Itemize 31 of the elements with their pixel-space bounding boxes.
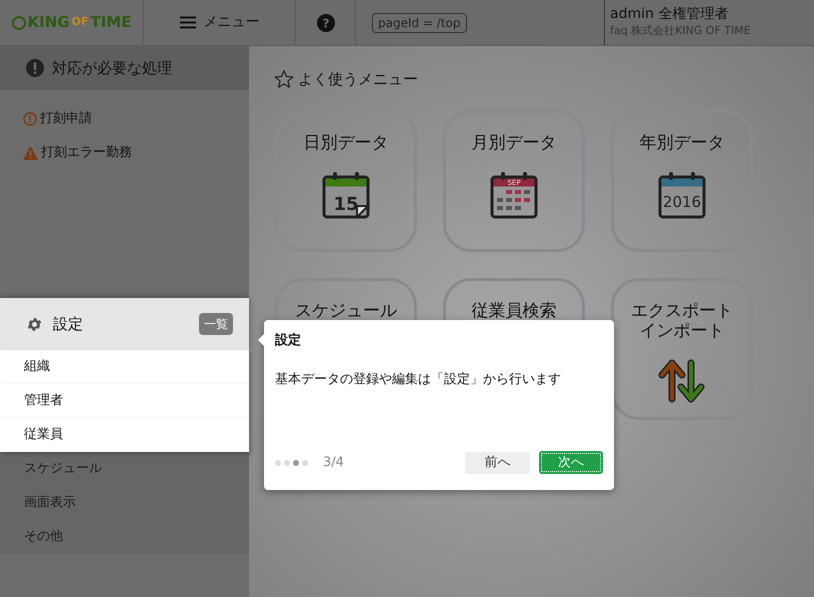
help-icon[interactable]: ?	[316, 14, 334, 32]
settings-menu-item[interactable]: スケジュール	[0, 452, 249, 486]
up-down-arrows-icon	[658, 358, 706, 402]
page-id-label: pageId = /top	[372, 12, 467, 32]
gear-icon	[26, 316, 43, 332]
menu-card[interactable]: 年別データ 2016	[611, 110, 753, 252]
info-circle-icon	[23, 112, 37, 126]
settings-menu-item[interactable]: 管理者	[0, 384, 249, 418]
settings-menu-item[interactable]: 画面表示	[0, 486, 249, 520]
favorites-title: よく使うメニュー	[298, 69, 418, 90]
tour-message: 基本データの登録や編集は「設定」から行います	[275, 370, 562, 388]
user-name: admin 全権管理者	[610, 5, 730, 24]
menu-icon	[180, 16, 196, 29]
list-button[interactable]: 一覧	[199, 313, 233, 335]
menu-button[interactable]: メニュー	[144, 0, 296, 45]
settings-menu-item[interactable]: その他	[0, 520, 249, 554]
alerts-title: 対応が必要な処理	[52, 58, 172, 79]
next-button[interactable]: 次へ	[539, 451, 603, 474]
company-name: faq 株式会社KING OF TIME	[610, 23, 751, 40]
star-icon	[274, 69, 294, 90]
warning-icon	[23, 146, 38, 160]
settings-menu-item[interactable]: 組織	[0, 350, 249, 384]
menu-card[interactable]: 日別データ 15	[275, 110, 417, 252]
alert-link[interactable]: 打刻エラー勤務	[23, 143, 249, 163]
settings-menu-item[interactable]: 従業員	[0, 418, 249, 452]
step-counter: 3/4	[323, 454, 344, 472]
tour-title: 設定	[275, 332, 302, 350]
alert-link[interactable]: 打刻申請	[23, 109, 249, 129]
exclamation-icon	[26, 59, 44, 77]
settings-title: 設定	[53, 314, 84, 335]
previous-button[interactable]: 前へ	[465, 452, 530, 474]
